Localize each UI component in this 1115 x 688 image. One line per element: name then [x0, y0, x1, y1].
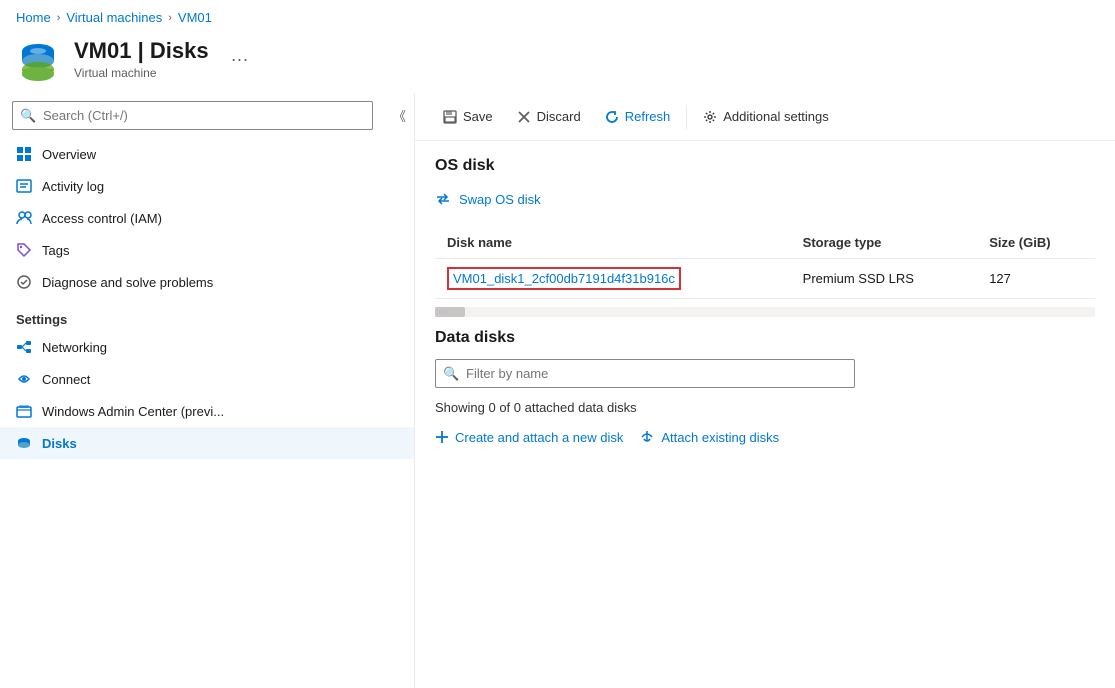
discard-label: Discard [537, 109, 581, 124]
activity-icon [16, 178, 32, 194]
additional-settings-label: Additional settings [723, 109, 829, 124]
search-input[interactable] [12, 101, 373, 130]
sidebar-label-disks: Disks [42, 436, 77, 451]
sidebar-item-connect[interactable]: Connect [0, 363, 414, 395]
sidebar-label-networking: Networking [42, 340, 107, 355]
attach-icon [639, 429, 655, 445]
connect-icon [16, 371, 32, 387]
sidebar-label-access: Access control (IAM) [42, 211, 162, 226]
sidebar-item-overview[interactable]: Overview [0, 138, 414, 170]
refresh-icon [605, 110, 619, 124]
search-icon: 🔍 [20, 108, 36, 124]
sidebar-item-windows-admin[interactable]: Windows Admin Center (previ... [0, 395, 414, 427]
content-area: Save Discard Refresh [415, 93, 1115, 688]
sidebar-item-activity-log[interactable]: Activity log [0, 170, 414, 202]
save-icon [443, 110, 457, 124]
vm-title: VM01 | Disks [74, 38, 209, 64]
vm-icon [16, 37, 60, 81]
os-disk-section: OS disk Swap OS disk Disk name Storage t… [435, 157, 1095, 317]
search-bar: 🔍 [12, 101, 373, 130]
breadcrumb: Home › Virtual machines › VM01 [0, 0, 1115, 33]
data-disks-section: Data disks 🔍 Showing 0 of 0 attached dat… [435, 329, 1095, 445]
vm-subtitle: Virtual machine [74, 66, 209, 80]
col-size-gib: Size (GiB) [977, 227, 1095, 259]
content-body: OS disk Swap OS disk Disk name Storage t… [415, 141, 1115, 461]
col-disk-name: Disk name [435, 227, 791, 259]
sidebar-label-windows-admin: Windows Admin Center (previ... [42, 404, 224, 419]
breadcrumb-home[interactable]: Home [16, 10, 51, 25]
storage-type-cell: Premium SSD LRS [791, 259, 978, 299]
sidebar-item-diagnose[interactable]: Diagnose and solve problems [0, 266, 414, 298]
networking-icon [16, 339, 32, 355]
diagnose-icon [16, 274, 32, 290]
disk-name-link[interactable]: VM01_disk1_2cf00db7191d4f31b916c [447, 267, 681, 290]
swap-os-disk-button[interactable]: Swap OS disk [435, 187, 1095, 211]
overview-icon [16, 146, 32, 162]
access-icon [16, 210, 32, 226]
breadcrumb-sep-2: › [168, 12, 172, 24]
save-label: Save [463, 109, 493, 124]
settings-gear-icon [703, 110, 717, 124]
breadcrumb-sep-1: › [57, 12, 61, 24]
swap-icon [435, 191, 451, 207]
col-storage-type: Storage type [791, 227, 978, 259]
scroll-thumb [435, 307, 465, 317]
disk-name-cell: VM01_disk1_2cf00db7191d4f31b916c [435, 259, 791, 299]
vm-more-button[interactable]: ··· [223, 45, 257, 74]
admin-icon [16, 403, 32, 419]
sidebar: 🔍 《 Overview Activity log [0, 93, 415, 688]
settings-section-label: Settings [0, 298, 414, 331]
filter-icon: 🔍 [443, 366, 459, 382]
main-layout: 🔍 《 Overview Activity log [0, 93, 1115, 688]
sidebar-label-overview: Overview [42, 147, 96, 162]
sidebar-label-connect: Connect [42, 372, 90, 387]
sidebar-item-networking[interactable]: Networking [0, 331, 414, 363]
discard-icon [517, 110, 531, 124]
toolbar: Save Discard Refresh [415, 93, 1115, 141]
refresh-button[interactable]: Refresh [593, 103, 683, 130]
sidebar-item-disks[interactable]: Disks [0, 427, 414, 459]
sidebar-nav: Overview Activity log [0, 138, 414, 688]
vm-title-block: VM01 | Disks Virtual machine [74, 38, 209, 80]
table-row: VM01_disk1_2cf00db7191d4f31b916c Premium… [435, 259, 1095, 299]
breadcrumb-vms[interactable]: Virtual machines [66, 10, 162, 25]
sidebar-label-diagnose: Diagnose and solve problems [42, 275, 213, 290]
filter-wrap: 🔍 [435, 359, 1095, 388]
os-disk-title: OS disk [435, 157, 1095, 175]
tags-icon [16, 242, 32, 258]
save-button[interactable]: Save [431, 103, 505, 130]
attach-disk-button[interactable]: Attach existing disks [639, 429, 779, 445]
os-disk-table: Disk name Storage type Size (GiB) VM01_d… [435, 227, 1095, 299]
disks-icon [16, 435, 32, 451]
showing-text: Showing 0 of 0 attached data disks [435, 400, 1095, 415]
breadcrumb-current: VM01 [178, 10, 212, 25]
collapse-sidebar-button[interactable]: 《 [385, 102, 414, 129]
data-disks-title: Data disks [435, 329, 1095, 347]
plus-icon [435, 430, 449, 444]
refresh-label: Refresh [625, 109, 671, 124]
horizontal-scrollbar[interactable] [435, 307, 1095, 317]
additional-settings-button[interactable]: Additional settings [691, 103, 841, 130]
attach-disk-label: Attach existing disks [661, 430, 779, 445]
sidebar-item-access-control[interactable]: Access control (IAM) [0, 202, 414, 234]
filter-input[interactable] [435, 359, 855, 388]
sidebar-label-activity: Activity log [42, 179, 104, 194]
discard-button[interactable]: Discard [505, 103, 593, 130]
swap-label: Swap OS disk [459, 192, 541, 207]
toolbar-separator [686, 105, 687, 129]
create-disk-label: Create and attach a new disk [455, 430, 623, 445]
sidebar-label-tags: Tags [42, 243, 69, 258]
size-cell: 127 [977, 259, 1095, 299]
create-disk-button[interactable]: Create and attach a new disk [435, 430, 623, 445]
vm-header: VM01 | Disks Virtual machine ··· [0, 33, 1115, 93]
sidebar-item-tags[interactable]: Tags [0, 234, 414, 266]
action-links: Create and attach a new disk Attach exis… [435, 429, 1095, 445]
